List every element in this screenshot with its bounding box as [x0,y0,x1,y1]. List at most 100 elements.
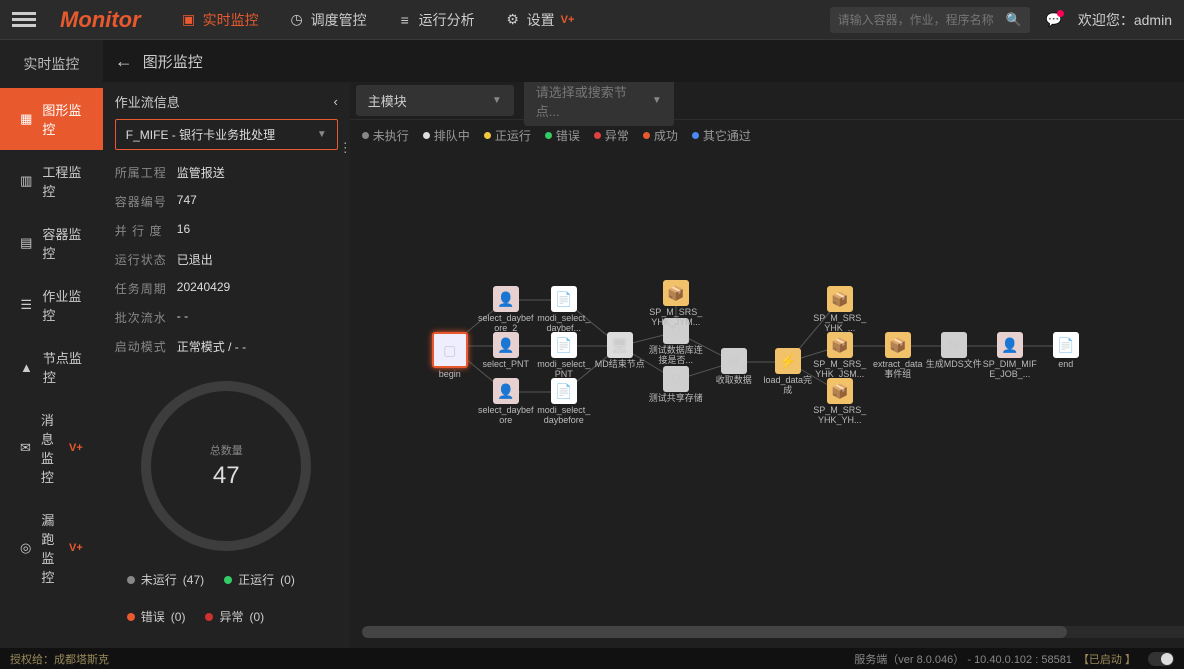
graph-node-md_db[interactable]: 📄modi_select_daybef... [536,286,592,334]
nav-label: 设置 [527,10,555,30]
sidebar-item-6[interactable]: ◎漏跑监控V+ [0,498,103,598]
status-legend-item: 排队中 [423,127,470,144]
field-label: 启动模式 [115,338,177,355]
info-panel-title: 作业流信息 [115,92,334,111]
nav-realtime[interactable]: ▣实时监控 [181,10,259,30]
info-field: 并 行 度16 [115,216,338,245]
status-legend-item: 成功 [643,127,678,144]
hamburger-icon[interactable] [12,12,36,27]
graph-node-testgx[interactable]: ⚙ 测试共享存储 [648,366,704,404]
node-icon: ⚙ [663,366,689,392]
workflow-graph[interactable]: ▢begin👤select_daybefore_2👤select_PNT👤sel… [350,150,1184,626]
status-label: 异常 [605,127,629,144]
analysis-icon: ≡ [397,12,413,28]
status-label: 排队中 [434,127,470,144]
node-icon: ⚙ [941,332,967,358]
node-label: select_PNT [478,360,534,370]
notifications-icon[interactable]: 💬 [1046,12,1062,28]
status-toggle[interactable] [1148,652,1174,666]
legend-label: 异常 [219,608,243,625]
graph-node-mdend[interactable]: 🖥MD结束节点 [592,332,648,370]
node-label: 测试数据库连接是否... [648,346,704,366]
field-value: 正常模式 / - - [177,338,246,355]
node-label: SP_M_SRS_YHK_JYM... [648,308,704,328]
nav-schedule[interactable]: ◷调度管控 [289,10,367,30]
graph-node-sel_pnt[interactable]: 👤 select_PNT [478,332,534,370]
sidebar-item-2[interactable]: ▤容器监控 [0,212,103,274]
status-legend-item: 错误 [545,127,580,144]
search-icon[interactable]: 🔍 [1005,12,1021,28]
node-search-select[interactable]: 请选择或搜索节点...▼ [524,82,674,126]
nav-settings[interactable]: ⚙设置V+ [505,10,575,30]
sidebar-item-0[interactable]: ▦图形监控 [0,88,103,150]
node-icon: 👤 [493,332,519,358]
module-select-value: 主模块 [368,91,407,110]
legend-label: 正运行 [238,571,274,588]
graph-node-extract[interactable]: 📦extract_data事件组 [870,332,926,380]
horizontal-scrollbar[interactable] [362,626,1184,638]
node-icon: 📦 [663,280,689,306]
status-dot [484,132,491,139]
status-label: 未执行 [373,127,409,144]
graph-node-sel_db2[interactable]: 👤select_daybefore_2 [478,286,534,334]
server-status: 【已启动 】 [1078,651,1136,667]
node-label: load_data完成 [760,376,816,396]
sidebar-item-1[interactable]: ▥工程监控 [0,150,103,212]
graph-node-sp_jym[interactable]: 📦SP_M_SRS_YHK_JYM... [648,280,704,328]
module-select[interactable]: 主模块▼ [356,85,514,116]
global-search[interactable]: 🔍 [830,7,1030,33]
legend-item: 正运行 (0) [224,571,295,588]
page-title: 图形监控 [143,51,203,72]
graph-node-mds[interactable]: ⚙生成MDS文件 [926,332,982,370]
graph-node-sqsz[interactable]: ⚙收取数据 [706,348,762,386]
search-input[interactable] [838,13,1006,27]
sidebar-item-label: 作业监控 [42,286,82,324]
field-label: 容器编号 [115,193,177,210]
graph-node-md_db2[interactable]: 📄modi_select_daybefore [536,378,592,426]
graph-node-sp_yh[interactable]: 📦SP_M_SRS_YHK_YH... [812,378,868,426]
field-value: 16 [177,222,190,239]
graph-node-sel_db[interactable]: 👤select_daybefore [478,378,534,426]
graph-node-sp_top[interactable]: 📦SP_M_SRS_YHK_... [812,286,868,334]
workflow-selected-text: F_MIFE - 银行卡业务批处理 [126,126,317,143]
sidebar-icon: ✉ [20,440,31,456]
sidebar-item-label: 容器监控 [42,224,82,262]
sidebar-item-3[interactable]: ☰作业监控 [0,274,103,336]
sidebar-icon: ▦ [20,111,32,127]
legend-item: 错误 (0) [127,608,186,625]
welcome-text: 欢迎您：admin [1078,10,1172,30]
app-logo: Monitor [60,7,141,33]
graph-node-spdim[interactable]: 👤SP_DIM_MIFE_JOB_... [982,332,1038,380]
workflow-select[interactable]: F_MIFE - 银行卡业务批处理 ▼ [115,119,338,150]
node-icon: 👤 [493,286,519,312]
sidebar-item-5[interactable]: ✉消息监控V+ [0,398,103,498]
sidebar-icon: ▲ [20,359,33,375]
sidebar-item-label: 消息监控 [41,410,59,486]
status-dot [362,132,369,139]
graph-node-sp_jsm[interactable]: 📦SP_M_SRS_YHK_JSM... [812,332,868,380]
status-label: 错误 [556,127,580,144]
info-field: 容器编号747 [115,187,338,216]
graph-node-end[interactable]: 📄end [1038,332,1094,370]
node-label: extract_data事件组 [870,360,926,380]
sidebar-section-title: 实时监控 [0,40,103,88]
sidebar-item-label: 工程监控 [42,162,82,200]
collapse-panel-button[interactable]: ‹ [333,94,337,109]
back-button[interactable]: ← [115,51,133,72]
graph-node-md_pnt[interactable]: 📄modi_select_PNT [536,332,592,380]
status-dot [643,132,650,139]
legend-dot [205,613,213,621]
node-label: modi_select_daybefore [536,406,592,426]
status-dot [594,132,601,139]
node-label: 测试共享存储 [648,394,704,404]
field-value: 已退出 [177,251,213,268]
node-icon: 👤 [997,332,1023,358]
node-icon: ⚡ [775,348,801,374]
nav-analysis[interactable]: ≡运行分析 [397,10,475,30]
sidebar-item-label: 节点监控 [43,348,83,386]
sidebar-item-4[interactable]: ▲ 节点监控 [0,336,103,398]
schedule-icon: ◷ [289,12,305,28]
graph-node-begin[interactable]: ▢begin [422,332,478,380]
info-panel: 作业流信息 ‹ F_MIFE - 银行卡业务批处理 ▼ ⋮ 所属工程监管报送容器… [103,82,350,648]
graph-node-load[interactable]: ⚡load_data完成 [760,348,816,396]
